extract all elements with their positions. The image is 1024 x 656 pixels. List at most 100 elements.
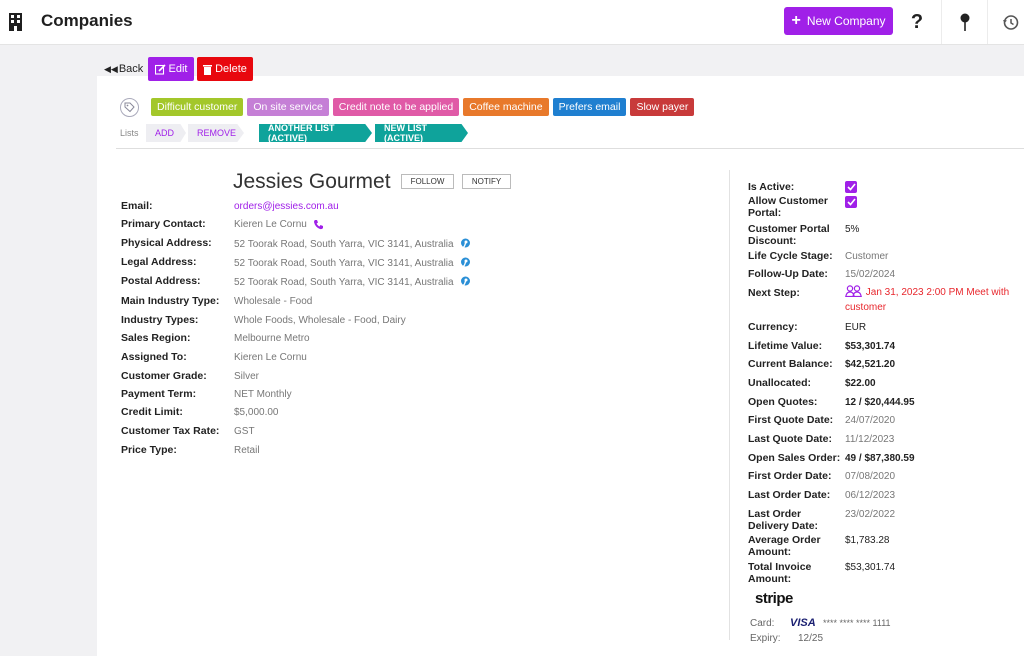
detail-label: Lifetime Value: xyxy=(748,340,823,352)
delete-label: Delete xyxy=(215,63,247,75)
detail-value: 23/02/2022 xyxy=(845,509,896,520)
detail-value-wrap: 52 Toorak Road, South Yarra, VIC 3141, A… xyxy=(234,238,471,250)
detail-label: Unallocated: xyxy=(748,377,812,389)
column-divider xyxy=(729,170,730,640)
detail-row-legal-address: Legal Address: 52 Toorak Road, South Yar… xyxy=(121,256,681,270)
detail-value-wrap: Kieren Le Cornu xyxy=(234,219,324,230)
back-link[interactable]: ◀◀ Back xyxy=(104,63,143,75)
detail-label: Email: xyxy=(121,200,153,212)
tag-icon[interactable] xyxy=(120,98,139,117)
detail-label: Customer Grade: xyxy=(121,370,207,382)
detail-value: 15/02/2024 xyxy=(845,269,896,280)
detail-row-postal-address: Postal Address: 52 Toorak Road, South Ya… xyxy=(121,275,681,289)
detail-label: Last Quote Date: xyxy=(748,433,833,445)
next-step-value[interactable]: Jan 31, 2023 2:00 PM Meet with customer xyxy=(845,285,1015,315)
double-chevron-left-icon: ◀◀ xyxy=(104,63,118,74)
detail-value: 06/12/2023 xyxy=(845,490,896,501)
detail-value: Customer xyxy=(845,251,889,262)
detail-label: Payment Term: xyxy=(121,388,197,400)
history-icon[interactable] xyxy=(987,0,1024,44)
edit-label: Edit xyxy=(168,63,188,75)
detail-value: $53,301.74 xyxy=(845,341,896,352)
tag-list: Difficult customer On site service Credi… xyxy=(151,98,695,116)
pin-icon[interactable] xyxy=(941,0,987,44)
detail-label: Postal Address: xyxy=(121,275,201,287)
detail-label: Sales Region: xyxy=(121,332,191,344)
lists-label: Lists xyxy=(120,128,139,138)
company-name: Jessies Gourmet xyxy=(233,170,391,193)
detail-value: Whole Foods, Wholesale - Food, Dairy xyxy=(234,315,406,326)
visa-icon: VISA xyxy=(790,617,816,629)
tag-prefers-email[interactable]: Prefers email xyxy=(552,98,627,116)
detail-value[interactable]: 49 / $87,380.59 xyxy=(845,453,915,464)
notify-button[interactable]: NOTIFY xyxy=(462,174,511,189)
tag-on-site-service[interactable]: On site service xyxy=(247,98,329,116)
list-another-list[interactable]: ANOTHER LIST (ACTIVE) xyxy=(259,124,372,142)
delete-button[interactable]: Delete xyxy=(197,57,253,81)
email-link[interactable]: orders@jessies.com.au xyxy=(234,201,339,212)
plus-icon: + xyxy=(791,12,801,29)
detail-label: Industry Types: xyxy=(121,314,199,326)
physical-address-value: 52 Toorak Road, South Yarra, VIC 3141, A… xyxy=(234,238,454,250)
phone-icon[interactable] xyxy=(313,219,324,230)
tag-difficult-customer[interactable]: Difficult customer xyxy=(151,98,244,116)
detail-value: 11/12/2023 xyxy=(845,434,895,445)
detail-label: First Quote Date: xyxy=(748,414,834,426)
detail-label: Last Order Delivery Date: xyxy=(748,508,819,532)
detail-row-industry-types: Industry Types: Whole Foods, Wholesale -… xyxy=(121,314,681,328)
help-icon[interactable]: ? xyxy=(894,0,940,44)
detail-value: 24/07/2020 xyxy=(845,415,896,426)
new-company-label: New Company xyxy=(806,14,886,28)
detail-label: Current Balance: xyxy=(748,358,833,370)
detail-row-physical-address: Physical Address: 52 Toorak Road, South … xyxy=(121,237,681,251)
detail-row-assigned-to: Assigned To: Kieren Le Cornu xyxy=(121,351,681,365)
follow-button[interactable]: FOLLOW xyxy=(401,174,454,189)
detail-label: Assigned To: xyxy=(121,351,187,363)
expiry-value: 12/25 xyxy=(798,633,824,644)
portal-checkbox[interactable] xyxy=(845,196,857,208)
detail-label: Follow-Up Date: xyxy=(748,268,828,280)
tag-slow-payer[interactable]: Slow payer xyxy=(630,98,695,116)
next-step-text: Jan 31, 2023 2:00 PM Meet with customer xyxy=(845,287,1010,313)
detail-label: Primary Contact: xyxy=(121,218,206,230)
detail-label: Open Sales Order: xyxy=(748,452,841,464)
back-label: Back xyxy=(118,63,144,75)
detail-value: $22.00 xyxy=(845,378,876,389)
map-pin-icon[interactable] xyxy=(460,276,471,288)
detail-label: Life Cycle Stage: xyxy=(748,250,833,262)
page-title: Companies xyxy=(41,11,133,30)
detail-value: $53,301.74 xyxy=(845,562,896,573)
detail-value: Wholesale - Food xyxy=(234,296,313,307)
card-label: Card: xyxy=(750,618,775,629)
detail-value: Kieren Le Cornu xyxy=(234,352,307,363)
is-active-checkbox[interactable] xyxy=(845,181,857,193)
trash-icon xyxy=(203,64,213,75)
list-new-list[interactable]: NEW LIST (ACTIVE) xyxy=(375,124,468,142)
detail-value[interactable]: 12 / $20,444.95 xyxy=(845,397,915,408)
building-icon xyxy=(9,13,22,31)
edit-button[interactable]: Edit xyxy=(148,57,194,81)
new-company-button[interactable]: + New Company xyxy=(784,7,893,35)
detail-label: Open Quotes: xyxy=(748,396,818,408)
map-pin-icon[interactable] xyxy=(460,257,471,269)
detail-value: $42,521.20 xyxy=(845,359,896,370)
detail-row-primary-contact: Primary Contact: Kieren Le Cornu xyxy=(121,218,681,232)
detail-value: $5,000.00 xyxy=(234,407,279,418)
detail-value: Melbourne Metro xyxy=(234,333,310,344)
tag-credit-note[interactable]: Credit note to be applied xyxy=(332,98,460,116)
card-number: **** **** **** 1111 xyxy=(823,618,891,628)
detail-label: Next Step: xyxy=(748,287,800,299)
divider xyxy=(116,148,1024,149)
detail-label: Credit Limit: xyxy=(121,406,183,418)
list-add-button[interactable]: ADD xyxy=(146,124,186,142)
detail-label: Customer Portal Discount: xyxy=(748,223,830,247)
detail-row-payment-term: Payment Term: NET Monthly xyxy=(121,388,681,402)
detail-value-wrap: 52 Toorak Road, South Yarra, VIC 3141, A… xyxy=(234,257,471,269)
top-bar: Companies + New Company ? xyxy=(0,0,1024,45)
detail-value: GST xyxy=(234,426,255,437)
detail-label: Average Order Amount: xyxy=(748,534,821,558)
tag-coffee-machine[interactable]: Coffee machine xyxy=(463,98,549,116)
map-pin-icon[interactable] xyxy=(460,238,471,250)
detail-row-credit-limit: Credit Limit: $5,000.00 xyxy=(121,406,681,420)
list-remove-button[interactable]: REMOVE xyxy=(188,124,244,142)
